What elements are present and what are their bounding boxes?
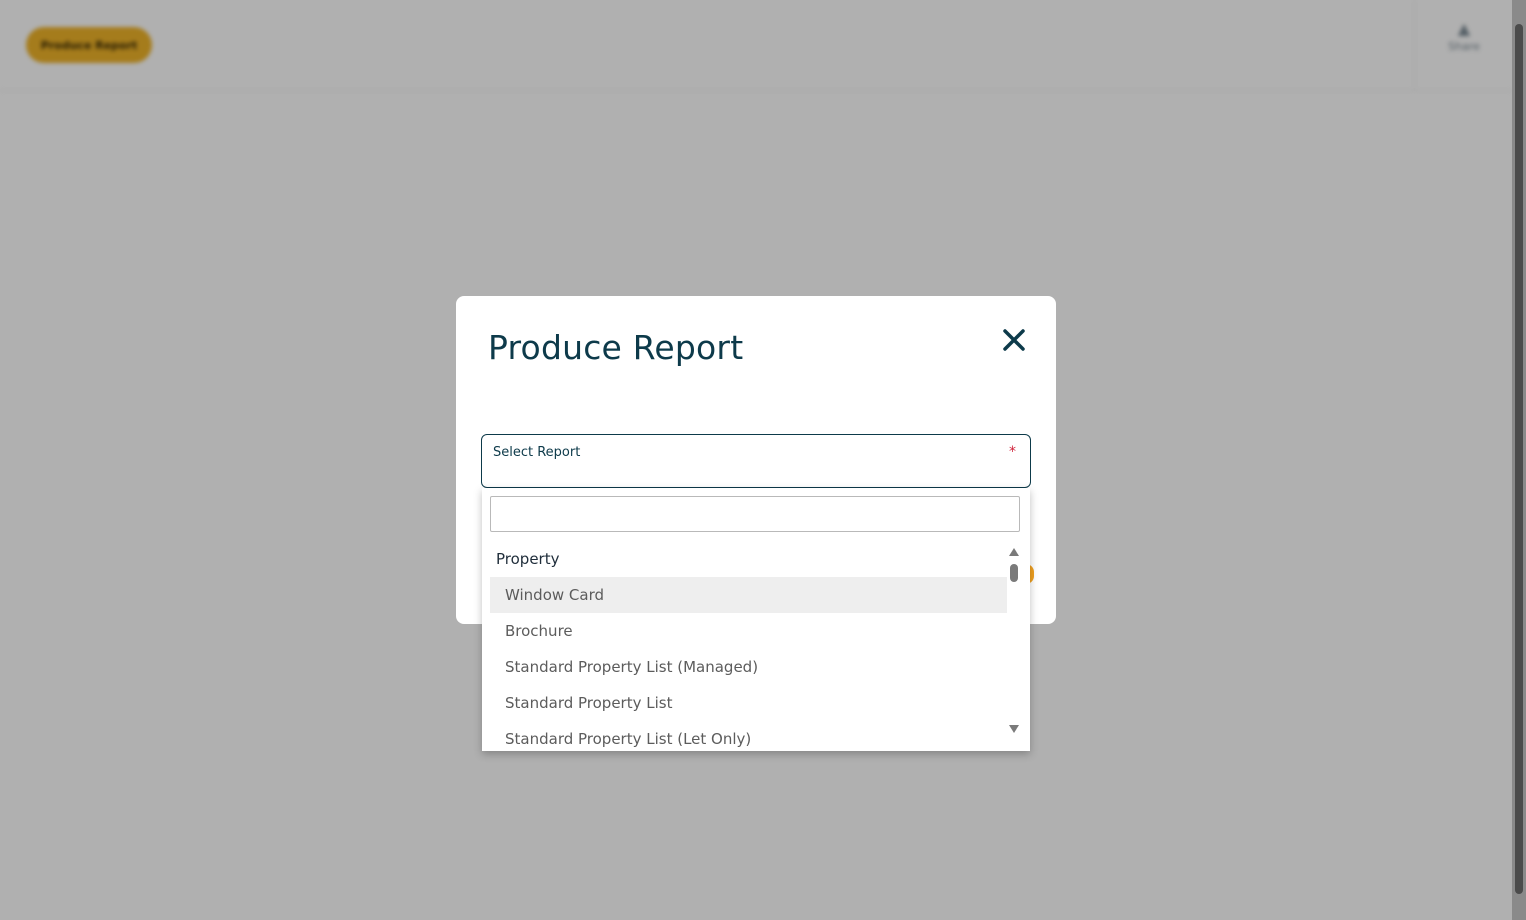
close-icon bbox=[1003, 329, 1025, 351]
option-window-card[interactable]: Window Card bbox=[490, 577, 1007, 613]
dropdown-scrollbar-thumb[interactable] bbox=[1010, 564, 1018, 582]
report-search-input[interactable] bbox=[490, 496, 1020, 532]
select-report-field[interactable]: Select Report * bbox=[481, 434, 1031, 488]
option-brochure[interactable]: Brochure bbox=[490, 613, 1007, 649]
option-standard-property-list[interactable]: Standard Property List bbox=[490, 685, 1007, 721]
close-button[interactable] bbox=[996, 322, 1032, 358]
dialog-title: Produce Report bbox=[488, 328, 744, 367]
report-dropdown: Property Window Card Brochure Standard P… bbox=[482, 488, 1030, 751]
required-indicator: * bbox=[1009, 444, 1016, 460]
scroll-down-arrow-icon[interactable] bbox=[1009, 725, 1019, 733]
option-standard-property-list-managed[interactable]: Standard Property List (Managed) bbox=[490, 649, 1007, 685]
option-standard-property-list-let-only[interactable]: Standard Property List (Let Only) bbox=[490, 721, 1007, 751]
option-group-property: Property bbox=[496, 550, 560, 568]
page: Produce Report ▲ Share Produce Report Se… bbox=[0, 0, 1526, 920]
select-report-label: Select Report bbox=[493, 445, 581, 460]
scroll-up-arrow-icon[interactable] bbox=[1009, 548, 1019, 556]
